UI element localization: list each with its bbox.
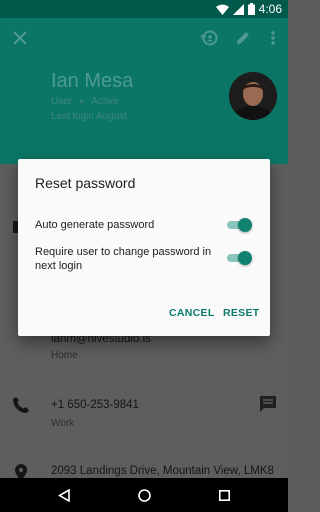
require-change-toggle[interactable] xyxy=(225,251,253,265)
avatar-image xyxy=(229,72,277,120)
header-actions xyxy=(0,18,288,58)
reset-button[interactable]: RESET xyxy=(223,307,260,319)
option-require-change-label: Require user to change password in next … xyxy=(35,246,212,272)
dialog-title: Reset password xyxy=(35,175,136,191)
contact-meta: User Active xyxy=(51,96,118,107)
home-icon xyxy=(137,488,151,502)
signal-icon xyxy=(232,3,244,15)
status-icons: 4:06 xyxy=(215,2,282,16)
toggle-thumb xyxy=(238,251,252,265)
system-nav-bar xyxy=(0,478,288,512)
home-button[interactable] xyxy=(136,487,152,503)
contact-name: Ian Mesa xyxy=(51,70,134,92)
phone-type: Work xyxy=(51,418,75,429)
status-time: 4:06 xyxy=(258,2,282,16)
contact-state: Active xyxy=(91,96,119,107)
more-vert-icon xyxy=(271,31,275,45)
phone-icon xyxy=(13,397,29,413)
meta-separator xyxy=(80,100,84,103)
battery-icon xyxy=(247,3,255,15)
restore-button[interactable] xyxy=(198,26,222,50)
email-type: Home xyxy=(51,350,78,361)
reset-password-dialog: Reset password Auto generate password Re… xyxy=(18,159,270,336)
edit-icon xyxy=(237,32,249,44)
contact-role: User xyxy=(51,96,73,107)
status-bar: 4:06 xyxy=(0,0,288,18)
avatar[interactable] xyxy=(229,72,277,120)
phone-value[interactable]: +1 650-253-9841 xyxy=(51,399,139,411)
auto-generate-toggle[interactable] xyxy=(225,218,253,232)
contact-last-login: Last login August xyxy=(51,111,128,122)
back-button[interactable] xyxy=(56,487,72,503)
restore-icon xyxy=(201,30,218,46)
toggle-thumb xyxy=(238,218,252,232)
recents-icon xyxy=(218,489,230,501)
back-icon xyxy=(58,488,70,502)
cancel-button[interactable]: CANCEL xyxy=(169,307,215,319)
close-icon xyxy=(13,31,27,45)
option-auto-generate-label: Auto generate password xyxy=(35,219,155,231)
message-icon[interactable] xyxy=(259,395,277,413)
contact-header: Ian Mesa User Active Last login August xyxy=(0,18,288,164)
address-value[interactable]: 2093 Landings Drive, Mountain View, LMK8 xyxy=(51,465,274,477)
close-button[interactable] xyxy=(8,26,32,50)
wifi-icon xyxy=(215,4,229,15)
edit-button[interactable] xyxy=(231,26,255,50)
more-options-button[interactable] xyxy=(261,26,285,50)
recents-button[interactable] xyxy=(216,487,232,503)
